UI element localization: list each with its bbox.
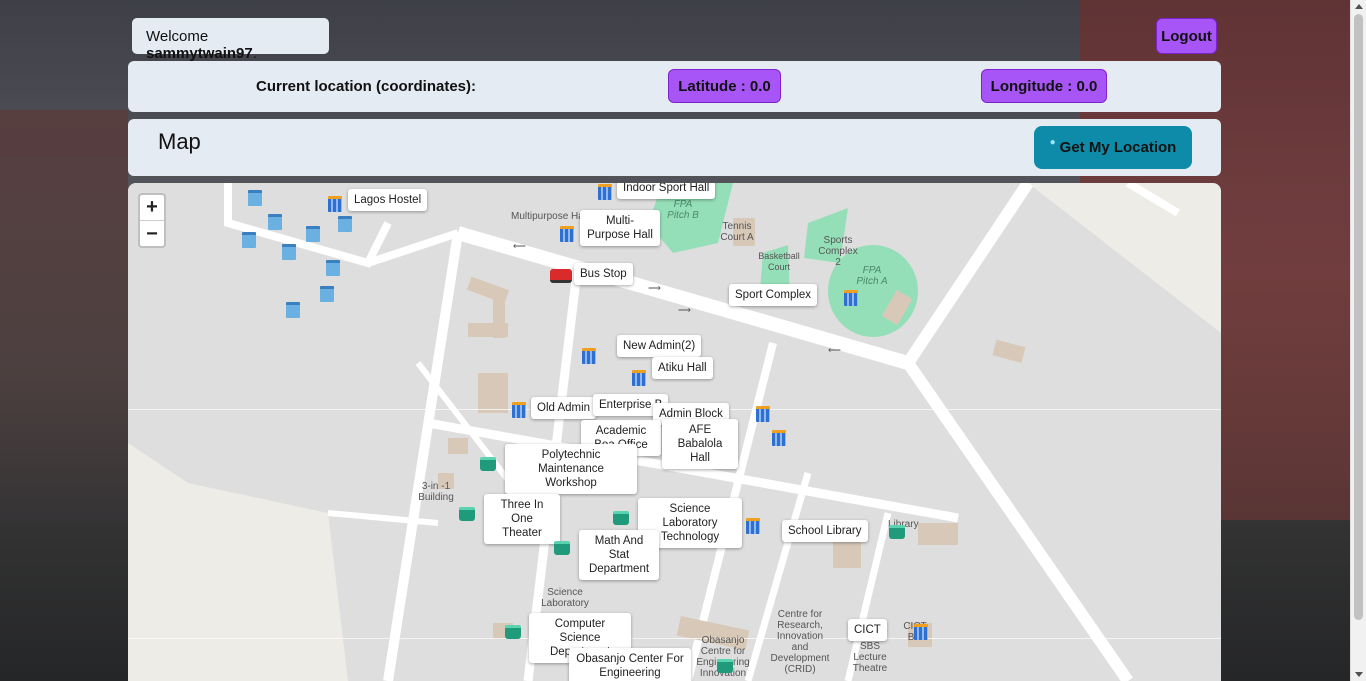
page-scrollbar[interactable] xyxy=(1350,0,1366,681)
zoom-control: + − xyxy=(138,193,166,248)
building-icon[interactable] xyxy=(912,623,930,641)
location-icon: ● xyxy=(1049,137,1056,148)
map-text-fpa-b: FPA Pitch B xyxy=(667,199,699,221)
map-text-sports2: Sports Complex 2 xyxy=(818,235,858,268)
logout-button[interactable]: Logout xyxy=(1156,18,1217,54)
bus-icon[interactable] xyxy=(548,267,574,285)
get-location-label: Get My Location xyxy=(1059,139,1177,156)
latitude-button[interactable]: Latitude : 0.0 xyxy=(668,69,781,103)
svg-text:⟶: ⟶ xyxy=(648,283,661,293)
workshop-icon[interactable] xyxy=(479,455,497,473)
hostel-icon[interactable] xyxy=(284,301,302,319)
welcome-message: Welcome sammytwain97. xyxy=(132,18,329,62)
background-building-left xyxy=(0,110,128,530)
hostel-icon[interactable] xyxy=(304,225,322,243)
zoom-in-button[interactable]: + xyxy=(140,195,164,221)
marker-label[interactable]: AFE Babalola Hall xyxy=(662,419,738,469)
marker-label[interactable]: Math And Stat Department xyxy=(579,530,659,580)
marker-label[interactable]: Polytechnic Maintenance Workshop xyxy=(505,444,637,494)
marker-label[interactable]: Obasanjo Center For Engineering Innovati… xyxy=(569,648,691,681)
get-location-button[interactable]: ● Get My Location xyxy=(1034,126,1192,169)
theater-icon[interactable] xyxy=(458,505,476,523)
marker-label[interactable]: Lagos Hostel xyxy=(348,189,428,211)
map-text-basketball: Basketball Court xyxy=(758,251,800,272)
marker-label[interactable]: New Admin(2) xyxy=(617,335,702,357)
scroll-up-icon[interactable] xyxy=(1355,4,1363,9)
marker-label[interactable]: Sport Complex xyxy=(729,284,818,306)
lab-icon[interactable] xyxy=(612,509,630,527)
svg-text:⟵: ⟵ xyxy=(513,241,526,251)
marker-label[interactable]: Old Admin xyxy=(531,397,597,419)
hostel-icon[interactable] xyxy=(318,285,336,303)
building-icon[interactable] xyxy=(510,401,528,419)
marker-label[interactable]: Three In One Theater xyxy=(484,494,560,544)
map-text-sbs: SBS Lecture Theatre xyxy=(852,641,888,674)
map-tile-seam xyxy=(128,638,1221,639)
map-text-multipurpose: Multipurpose Hall xyxy=(511,211,589,222)
coordinates-bar: Current location (coordinates): Latitude… xyxy=(128,61,1221,112)
marker-label[interactable]: Atiku Hall xyxy=(652,357,713,379)
building-icon[interactable] xyxy=(630,369,648,387)
map-text-crid: Centre for Research, Innovation and Deve… xyxy=(770,609,830,675)
building-icon[interactable] xyxy=(744,517,762,535)
marker-label[interactable]: Indoor Sport Hall xyxy=(617,183,716,199)
library-icon[interactable] xyxy=(888,523,906,541)
building-icon[interactable] xyxy=(770,429,788,447)
marker-label[interactable]: School Library xyxy=(782,520,868,542)
longitude-button[interactable]: Longitude : 0.0 xyxy=(981,69,1107,103)
department-icon[interactable] xyxy=(504,623,522,641)
building-icon[interactable] xyxy=(558,225,576,243)
zoom-out-button[interactable]: − xyxy=(140,221,164,247)
welcome-prefix: Welcome xyxy=(146,28,209,45)
building-icon[interactable] xyxy=(754,405,772,423)
engineering-icon[interactable] xyxy=(716,657,734,675)
coordinates-label: Current location (coordinates): xyxy=(256,78,477,95)
scroll-down-icon[interactable] xyxy=(1355,672,1363,677)
building-icon[interactable] xyxy=(596,183,614,201)
map-view[interactable]: ⟵ ⟶ ⟵ ⟶ Multipurpose Hall Tennis Court A… xyxy=(128,183,1221,681)
map-title: Map xyxy=(158,129,201,154)
marker-label[interactable]: Bus Stop xyxy=(574,263,633,285)
building-icon[interactable] xyxy=(580,347,598,365)
map-text-tennis: Tennis Court A xyxy=(720,221,754,243)
scroll-thumb[interactable] xyxy=(1354,14,1363,620)
map-text-three-in-one: 3-in -1 Building xyxy=(418,481,454,503)
username: sammytwain97 xyxy=(146,45,253,62)
hostel-icon[interactable] xyxy=(240,231,258,249)
building-icon[interactable] xyxy=(326,195,344,213)
svg-text:⟵: ⟵ xyxy=(828,345,841,355)
hostel-icon[interactable] xyxy=(324,259,342,277)
map-text-science-lab: Science Laboratory xyxy=(541,587,589,609)
marker-label[interactable]: Multi-Purpose Hall xyxy=(580,210,660,246)
building-icon[interactable] xyxy=(842,289,860,307)
hostel-icon[interactable] xyxy=(280,243,298,261)
map-text-fpa-a: FPA Pitch A xyxy=(856,265,888,287)
hostel-icon[interactable] xyxy=(336,215,354,233)
svg-text:⟶: ⟶ xyxy=(678,305,691,315)
map-header: Map ● Get My Location xyxy=(128,119,1221,176)
department-icon[interactable] xyxy=(553,539,571,557)
hostel-icon[interactable] xyxy=(246,189,264,207)
welcome-suffix: . xyxy=(252,45,257,62)
marker-label[interactable]: CICT xyxy=(848,619,887,641)
hostel-icon[interactable] xyxy=(266,213,284,231)
